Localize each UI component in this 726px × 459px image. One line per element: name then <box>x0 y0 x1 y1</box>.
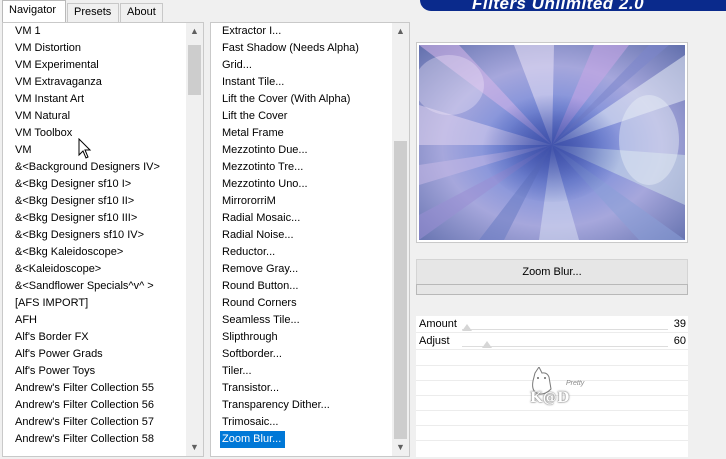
empty-param-row <box>416 352 688 366</box>
category-item[interactable]: &<Kaleidoscope> <box>3 261 160 278</box>
category-item[interactable]: [AFS IMPORT] <box>3 295 160 312</box>
param-row-adjust[interactable]: Adjust 60 <box>416 333 688 350</box>
filter-item[interactable]: Instant Tile... <box>211 74 359 91</box>
adjust-slider-knob[interactable] <box>482 341 492 348</box>
category-item[interactable]: VM Distortion <box>3 40 160 57</box>
param-label: Adjust <box>419 335 450 347</box>
filter-item[interactable]: Tiler... <box>211 363 359 380</box>
tab-presets[interactable]: Presets <box>67 3 119 22</box>
filter-item[interactable]: Reductor... <box>211 244 359 261</box>
category-scroll-thumb[interactable] <box>188 45 201 95</box>
param-value: 60 <box>673 335 686 347</box>
app-title: Filters Unlimited 2.0 <box>472 0 645 11</box>
filter-item[interactable]: Fast Shadow (Needs Alpha) <box>211 40 359 57</box>
category-item[interactable]: &<Sandflower Specials^v^ > <box>3 278 160 295</box>
filter-item[interactable]: Slipthrough <box>211 329 359 346</box>
watermark-small-text: Pretty <box>566 380 585 387</box>
filter-item[interactable]: Seamless Tile... <box>211 312 359 329</box>
adjust-slider-track[interactable] <box>462 346 668 347</box>
filter-list[interactable]: Extractor I... Fast Shadow (Needs Alpha) G… <box>210 22 410 457</box>
filter-item[interactable]: Radial Mosaic... <box>211 210 359 227</box>
app-banner: Filters Unlimited 2.0 <box>420 0 726 11</box>
filter-scrollbar[interactable]: ▲ ▼ <box>392 23 409 456</box>
category-item[interactable]: Alf's Power Toys <box>3 363 160 380</box>
progress-bar <box>416 284 688 295</box>
filter-item[interactable]: Transparency Dither... <box>211 397 359 414</box>
category-list[interactable]: VM 1 VM Distortion VM Experimental VM Extra… <box>2 22 204 457</box>
category-scrollbar[interactable]: ▲ ▼ <box>186 23 203 456</box>
amount-slider-knob[interactable] <box>462 324 472 331</box>
filter-scroll-thumb[interactable] <box>394 141 407 439</box>
preview-zoom-blur-graphic <box>419 45 685 240</box>
filter-item[interactable]: Round Button... <box>211 278 359 295</box>
mouse-pointer-icon <box>78 138 92 159</box>
empty-param-row <box>416 412 688 426</box>
filter-item[interactable]: Transistor... <box>211 380 359 397</box>
category-item[interactable]: &<Bkg Designer sf10 III> <box>3 210 160 227</box>
filter-item[interactable]: Remove Gray... <box>211 261 359 278</box>
category-item[interactable]: &<Bkg Designers sf10 IV> <box>3 227 160 244</box>
category-item[interactable]: Andrew's Filter Collection 58 <box>3 431 160 448</box>
category-item[interactable]: &<Bkg Designer sf10 II> <box>3 193 160 210</box>
filter-item[interactable]: Trimosaic... <box>211 414 359 431</box>
filter-item[interactable]: Lift the Cover <box>211 108 359 125</box>
chevron-up-icon[interactable]: ▲ <box>392 23 409 40</box>
param-label: Amount <box>419 318 457 330</box>
tab-navigator[interactable]: Navigator <box>2 0 66 22</box>
category-item[interactable]: VM Instant Art <box>3 91 160 108</box>
category-item[interactable]: Alf's Power Grads <box>3 346 160 363</box>
filter-item[interactable]: Round Corners <box>211 295 359 312</box>
chevron-down-icon[interactable]: ▼ <box>186 439 203 456</box>
filter-item[interactable]: Zoom Blur... <box>220 431 286 448</box>
category-item[interactable]: VM 1 <box>3 23 160 40</box>
param-row-amount[interactable]: Amount 39 <box>416 316 688 333</box>
filter-item[interactable]: Metal Frame <box>211 125 359 142</box>
category-item[interactable]: Andrew's Filter Collection 55 <box>3 380 160 397</box>
category-item[interactable]: &<Background Designers IV> <box>3 159 160 176</box>
category-item[interactable]: VM Extravaganza <box>3 74 160 91</box>
filter-item[interactable]: Softborder... <box>211 346 359 363</box>
tab-about[interactable]: About <box>120 3 163 22</box>
category-item[interactable]: &<Bkg Kaleidoscope> <box>3 244 160 261</box>
filter-item[interactable]: MirrororriM <box>211 193 359 210</box>
amount-slider-track[interactable] <box>462 329 668 330</box>
category-item[interactable]: Alf's Border FX <box>3 329 160 346</box>
filter-item[interactable]: Extractor I... <box>211 23 359 40</box>
filter-name-button[interactable]: Zoom Blur... <box>416 259 688 285</box>
preview-image <box>419 45 685 240</box>
chevron-down-icon[interactable]: ▼ <box>392 439 409 456</box>
preview-frame <box>416 42 688 243</box>
category-item[interactable]: Andrew's Filter Collection 56 <box>3 397 160 414</box>
filter-name-label: Zoom Blur... <box>522 266 582 278</box>
filter-item-row[interactable]: Zoom Blur... <box>211 431 359 448</box>
category-item[interactable]: &<Bkg Designer sf10 I> <box>3 176 160 193</box>
tab-bar: Navigator Presets About <box>0 0 200 22</box>
filter-items: Extractor I... Fast Shadow (Needs Alpha) G… <box>211 23 359 448</box>
watermark-text: K@D <box>530 390 570 406</box>
filter-item[interactable]: Radial Noise... <box>211 227 359 244</box>
category-items: VM 1 VM Distortion VM Experimental VM Extra… <box>3 23 160 448</box>
filter-item[interactable]: Mezzotinto Uno... <box>211 176 359 193</box>
param-value: 39 <box>673 318 686 330</box>
filter-item[interactable]: Mezzotinto Due... <box>211 142 359 159</box>
category-item[interactable]: VM Natural <box>3 108 160 125</box>
filter-item[interactable]: Mezzotinto Tre... <box>211 159 359 176</box>
chevron-up-icon[interactable]: ▲ <box>186 23 203 40</box>
category-item[interactable]: VM Experimental <box>3 57 160 74</box>
filter-item[interactable]: Grid... <box>211 57 359 74</box>
category-item[interactable]: Andrew's Filter Collection 57 <box>3 414 160 431</box>
filter-item[interactable]: Lift the Cover (With Alpha) <box>211 91 359 108</box>
category-item[interactable]: AFH <box>3 312 160 329</box>
empty-param-row <box>416 427 688 441</box>
